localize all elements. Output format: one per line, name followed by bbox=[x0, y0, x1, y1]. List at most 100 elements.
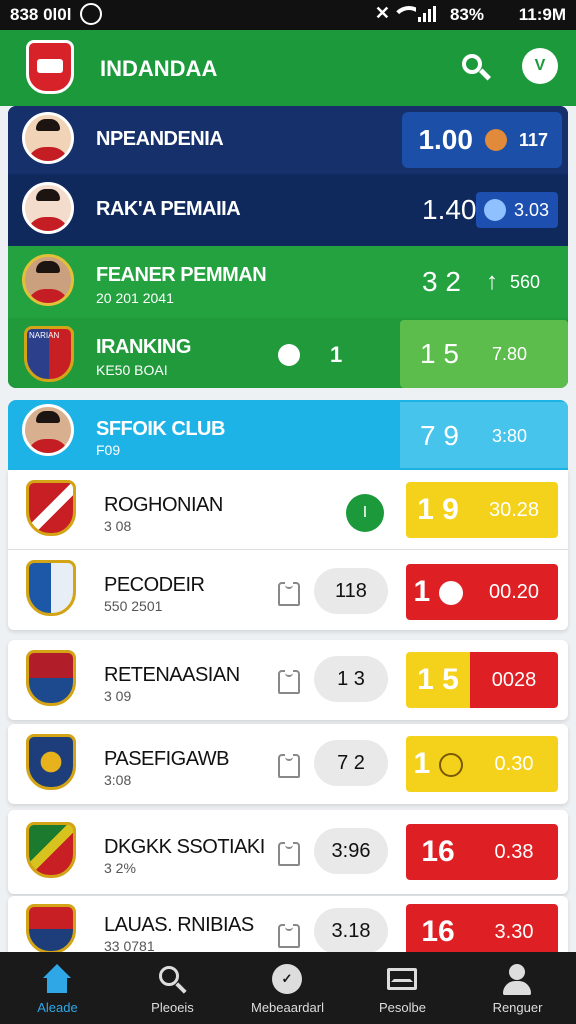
wifi-icon bbox=[394, 4, 416, 24]
odd-main: 1 9 bbox=[406, 482, 470, 538]
nav-item-home[interactable]: Aleade bbox=[0, 952, 115, 1024]
score: 1.00 bbox=[418, 124, 473, 155]
score: 7 9 bbox=[420, 420, 459, 451]
ball-icon bbox=[484, 129, 507, 151]
player-name: NPEANDENIA bbox=[96, 128, 224, 150]
club-crest bbox=[26, 480, 76, 536]
club-name: PECODEIR bbox=[104, 574, 205, 596]
score-panel[interactable]: 7 9 3:80 bbox=[400, 402, 568, 468]
search-icon bbox=[155, 964, 189, 996]
club-header[interactable]: SFFOIK CLUB F09 7 9 3:80 bbox=[8, 400, 568, 470]
score: 3 2 bbox=[422, 266, 461, 297]
score-panel[interactable]: 1 5 7.80 bbox=[400, 320, 568, 388]
club-crest bbox=[26, 822, 76, 878]
odd-secondary: 30.28 bbox=[470, 482, 558, 538]
signal-icon bbox=[418, 6, 436, 22]
nav-item-search[interactable]: Pleoeis bbox=[115, 952, 230, 1024]
arrow-up-icon: ↑ bbox=[486, 268, 498, 295]
player-avatar bbox=[22, 254, 74, 306]
status-badge[interactable]: I bbox=[346, 494, 384, 532]
ball-icon bbox=[484, 199, 506, 221]
list-item[interactable]: NARIAN IRANKING KE50 BOAI 1 1 5 7.80 bbox=[8, 318, 568, 388]
club-crest bbox=[26, 650, 76, 706]
odds-box[interactable]: 1 00.20 bbox=[406, 564, 558, 620]
club-sub: 3 09 bbox=[104, 688, 132, 704]
club-name: ROGHONIAN bbox=[104, 494, 223, 516]
profile-button[interactable]: V bbox=[522, 48, 558, 84]
odd-secondary: 00.20 bbox=[470, 564, 558, 620]
player-sub: 20 201 2041 bbox=[96, 290, 174, 306]
clock: 11:9M bbox=[518, 5, 566, 24]
extra-value: 560 bbox=[510, 272, 541, 292]
odd-main: 16 bbox=[406, 824, 470, 880]
value-pill[interactable]: 1 3 bbox=[314, 656, 388, 702]
odds-box[interactable]: 16 3.30 bbox=[406, 904, 558, 956]
club-crest bbox=[26, 734, 76, 790]
player-avatar bbox=[22, 112, 74, 164]
club-sub: 3 08 bbox=[104, 518, 132, 534]
player-ranking-block: NPEANDENIA 1.00 117 RAK'A PEMAIIA 1.40 3… bbox=[8, 106, 568, 388]
search-button[interactable] bbox=[460, 52, 492, 84]
shirt-icon bbox=[278, 670, 300, 694]
home-icon bbox=[40, 964, 74, 996]
club-name: DKGKK SSOTIAKI bbox=[104, 836, 265, 858]
list-item[interactable]: RAK'A PEMAIIA 1.40 3.03 bbox=[8, 176, 568, 244]
list-item[interactable]: ROGHONIAN 3 08 I 1 9 30.28 bbox=[8, 470, 568, 550]
shirt-icon bbox=[278, 924, 300, 948]
odd-secondary: 0.30 bbox=[470, 736, 558, 792]
odd-secondary: 3.30 bbox=[470, 904, 558, 956]
value-pill[interactable]: 3:96 bbox=[314, 828, 388, 874]
shirt-icon bbox=[278, 754, 300, 778]
list-item[interactable]: NPEANDENIA 1.00 117 bbox=[8, 106, 568, 174]
shirt-icon bbox=[278, 842, 300, 866]
notification-icon bbox=[80, 3, 102, 25]
club-crest bbox=[26, 904, 76, 954]
club-name: RETENAASIAN bbox=[104, 664, 240, 686]
extra-value: 7.80 bbox=[492, 344, 528, 364]
mail-icon bbox=[385, 964, 419, 996]
check-icon: ✓ bbox=[270, 964, 304, 996]
odds-chip[interactable]: 3.03 bbox=[476, 192, 558, 228]
list-item[interactable]: DKGKK SSOTIAKI 3 2% 3:96 16 0.38 bbox=[8, 810, 568, 894]
extra-value: 3.03 bbox=[514, 200, 550, 220]
status-bar: 838 0l0l ✕ 83% 11:9M bbox=[0, 0, 576, 30]
score: 1 5 bbox=[420, 338, 459, 369]
odd-main: 1 bbox=[406, 736, 470, 792]
battery-text: 83% bbox=[449, 5, 484, 24]
odds-box[interactable]: 1 5 0028 bbox=[406, 652, 558, 708]
player-name: RAK'A PEMAIIA bbox=[96, 198, 241, 220]
odd-secondary: 0028 bbox=[470, 652, 558, 708]
odds-box[interactable]: 1 0.30 bbox=[406, 736, 558, 792]
player-avatar bbox=[22, 182, 74, 234]
clock-icon bbox=[438, 753, 463, 778]
nav-item-messages[interactable]: Pesolbe bbox=[345, 952, 460, 1024]
extra-value: 117 bbox=[518, 129, 548, 150]
nav-item-profile[interactable]: Renguer bbox=[460, 952, 576, 1024]
list-item[interactable]: LAUAS. RNIBIAS 33 0781 3.18 16 3.30 bbox=[8, 896, 568, 956]
club-list-group: ROGHONIAN 3 08 I 1 9 30.28 PECODEIR 550 … bbox=[8, 470, 568, 630]
list-item[interactable]: RETENAASIAN 3 09 1 3 1 5 0028 bbox=[8, 640, 568, 720]
nav-item-results[interactable]: ✓ Mebeaardarl bbox=[230, 952, 345, 1024]
shirt-icon bbox=[278, 582, 300, 606]
club-name: SFFOIK CLUB bbox=[96, 418, 225, 440]
player-name: IRANKING bbox=[96, 336, 191, 358]
app-title: INDANDAA bbox=[100, 56, 218, 81]
list-item[interactable]: PASEFIGAWB 3:08 7 2 1 0.30 bbox=[8, 724, 568, 804]
odds-box[interactable]: 1 9 30.28 bbox=[406, 482, 558, 538]
club-sub: 550 2501 bbox=[104, 598, 163, 614]
club-crest: NARIAN bbox=[24, 326, 74, 382]
bottom-nav: Aleade Pleoeis ✓ Mebeaardarl Pesolbe Ren… bbox=[0, 952, 576, 1024]
club-sub: 3 2% bbox=[104, 860, 136, 876]
status-left-text: 838 0l0l bbox=[10, 5, 72, 24]
info-icon bbox=[278, 344, 300, 366]
odds-box[interactable]: 16 0.38 bbox=[406, 824, 558, 880]
club-sub: 3:08 bbox=[104, 772, 132, 788]
club-name: PASEFIGAWB bbox=[104, 748, 230, 770]
list-item[interactable]: FEANER PEMMAN 20 201 2041 3 2 ↑ 560 bbox=[8, 246, 568, 318]
value-pill[interactable]: 7 2 bbox=[314, 740, 388, 786]
odd-main: 16 bbox=[406, 904, 470, 956]
value-pill[interactable]: 3.18 bbox=[314, 908, 388, 954]
ball-icon bbox=[438, 581, 463, 606]
list-item[interactable]: PECODEIR 550 2501 118 1 00.20 bbox=[8, 550, 568, 630]
value-pill[interactable]: 118 bbox=[314, 568, 388, 614]
